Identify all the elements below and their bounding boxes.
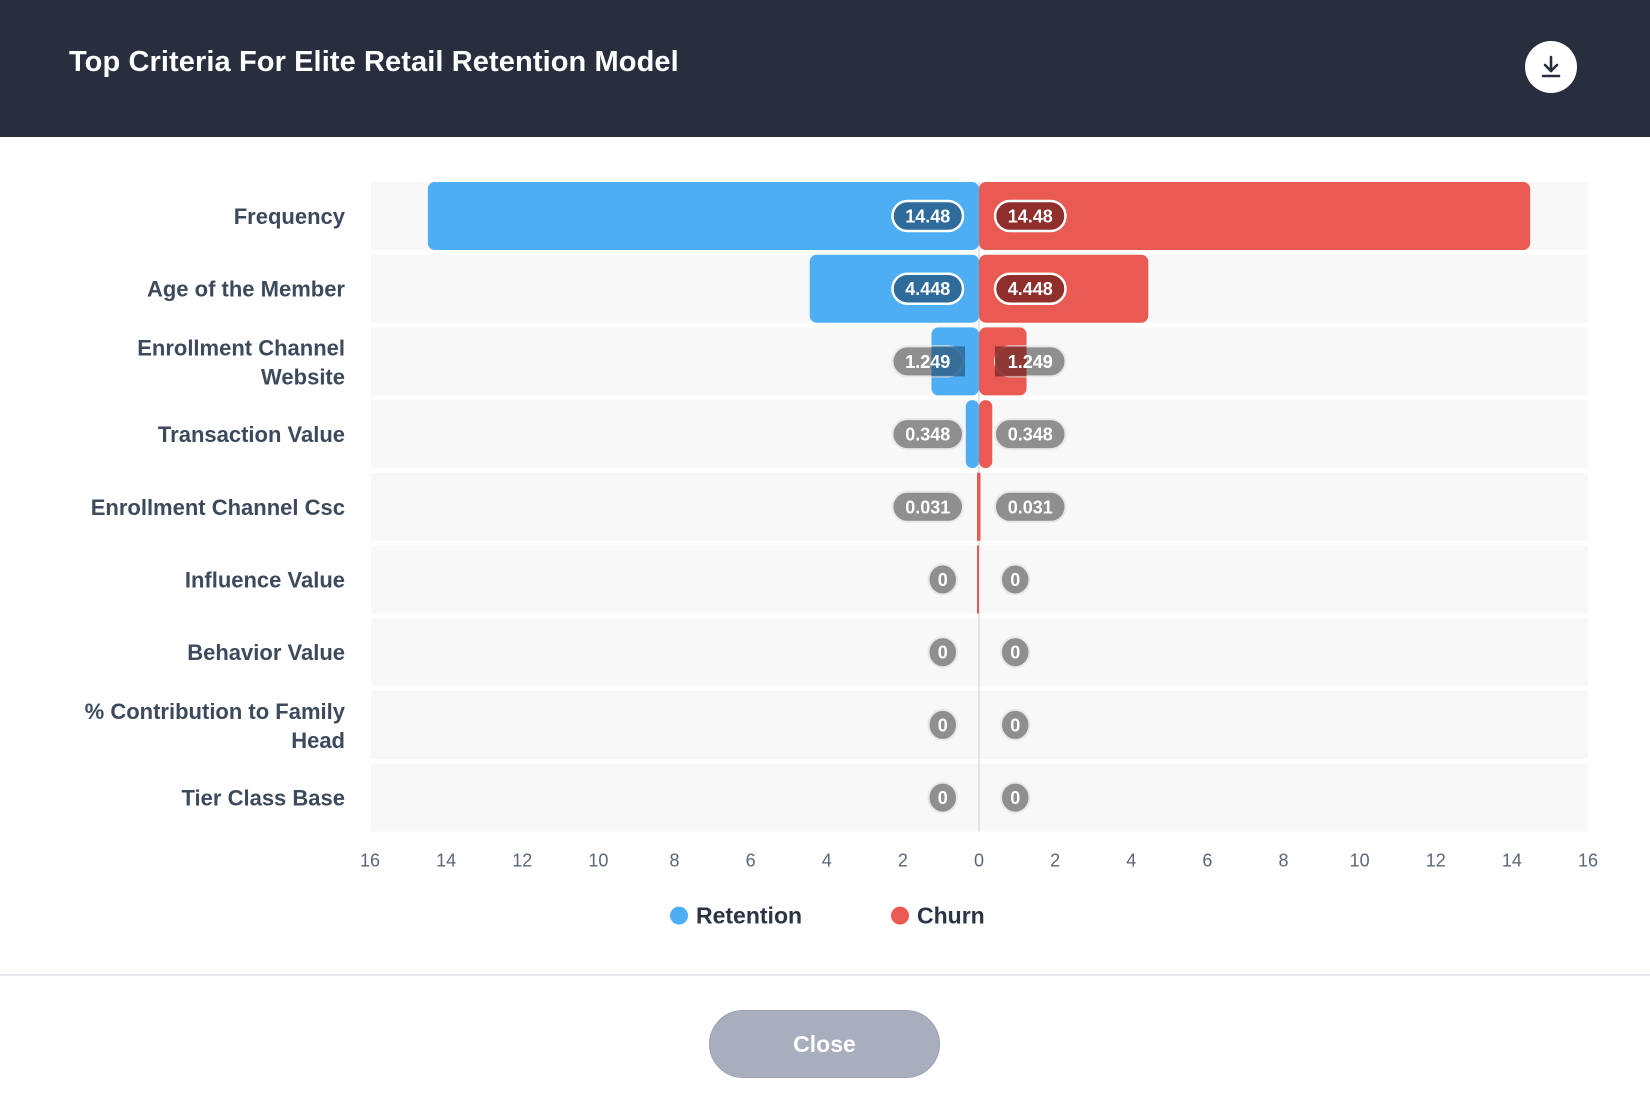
- x-tick-label: 4: [1126, 851, 1136, 871]
- retention-value-label: 0.348: [905, 425, 950, 445]
- x-tick-label: 8: [1278, 851, 1288, 871]
- footer-divider: [0, 974, 1650, 976]
- churn-value-label: 0: [1010, 643, 1020, 663]
- category-label-line: Head: [291, 728, 345, 753]
- x-tick-label: 16: [1578, 851, 1598, 871]
- retention-value-label: 0: [938, 570, 948, 590]
- retention-value-label: 0.031: [905, 497, 950, 517]
- modal-header: Top Criteria For Elite Retail Retention …: [0, 0, 1650, 137]
- category-label-line: % Contribution to Family: [85, 699, 346, 724]
- churn-value-label: 1.249: [1008, 352, 1053, 372]
- churn-bar: [979, 472, 981, 541]
- churn-value-label: 0: [1010, 788, 1020, 808]
- retention-value-label: 14.48: [905, 207, 950, 227]
- legend-label: Churn: [917, 903, 985, 929]
- download-icon: [1541, 55, 1561, 78]
- legend-label: Retention: [696, 903, 802, 929]
- churn-value-label: 4.448: [1008, 279, 1053, 299]
- legend-churn-marker: [891, 906, 909, 925]
- x-tick-label: 0: [974, 851, 984, 871]
- x-tick-label: 4: [822, 851, 832, 871]
- retention-value-label: 0: [938, 788, 948, 808]
- retention-value-label: 0: [938, 715, 948, 735]
- category-label-line: Website: [261, 364, 345, 389]
- x-tick-label: 8: [669, 851, 679, 871]
- x-tick-label: 2: [1050, 851, 1060, 871]
- category-label: Frequency: [234, 204, 346, 229]
- category-label: Tier Class Base: [182, 786, 345, 811]
- category-label-line: Transaction Value: [158, 422, 345, 447]
- churn-value-label: 0: [1010, 715, 1020, 735]
- download-button[interactable]: [1525, 41, 1577, 93]
- x-tick-label: 10: [588, 851, 608, 871]
- category-label: Enrollment Channel Website: [137, 335, 345, 389]
- category-label-line: Influence Value: [185, 568, 345, 593]
- category-label-line: Enrollment Channel: [137, 335, 345, 360]
- x-tick-label: 16: [360, 851, 380, 871]
- category-label: Behavior Value: [187, 640, 345, 665]
- retention-value-label: 4.448: [905, 279, 950, 299]
- category-label-line: Tier Class Base: [182, 786, 345, 811]
- x-tick-label: 14: [1502, 851, 1522, 871]
- x-tick-label: 10: [1350, 851, 1370, 871]
- category-label-line: Frequency: [234, 204, 346, 229]
- close-button[interactable]: Close: [709, 1010, 940, 1078]
- category-label-line: Enrollment Channel Csc: [91, 495, 345, 520]
- retention-value-label: 1.249: [905, 352, 950, 372]
- chart-area: Frequency 14.48 14.48 Age of the Member 4.44…: [0, 137, 1650, 974]
- retention-churn-chart: Frequency 14.48 14.48 Age of the Member 4.44…: [85, 182, 1598, 929]
- x-tick-label: 6: [1202, 851, 1212, 871]
- modal-title: Top Criteria For Elite Retail Retention …: [69, 46, 679, 78]
- category-label: % Contribution to Family Head: [85, 699, 346, 753]
- x-tick-label: 6: [746, 851, 756, 871]
- category-label: Enrollment Channel Csc: [91, 495, 345, 520]
- retention-bar: [965, 400, 979, 469]
- category-label: Age of the Member: [147, 277, 345, 302]
- churn-bar: [979, 400, 993, 469]
- retention-value-label: 0: [938, 643, 948, 663]
- legend-retention-marker: [670, 906, 688, 925]
- category-label-line: Age of the Member: [147, 277, 345, 302]
- churn-value-label: 14.48: [1008, 207, 1053, 227]
- category-label: Transaction Value: [158, 422, 345, 447]
- category-label-line: Behavior Value: [187, 640, 345, 665]
- churn-value-label: 0.031: [1008, 497, 1053, 517]
- x-tick-label: 12: [512, 851, 532, 871]
- x-tick-label: 14: [436, 851, 456, 871]
- churn-value-label: 0.348: [1008, 425, 1053, 445]
- category-label: Influence Value: [185, 568, 345, 593]
- x-tick-label: 12: [1426, 851, 1446, 871]
- churn-value-label: 0: [1010, 570, 1020, 590]
- x-tick-label: 2: [898, 851, 908, 871]
